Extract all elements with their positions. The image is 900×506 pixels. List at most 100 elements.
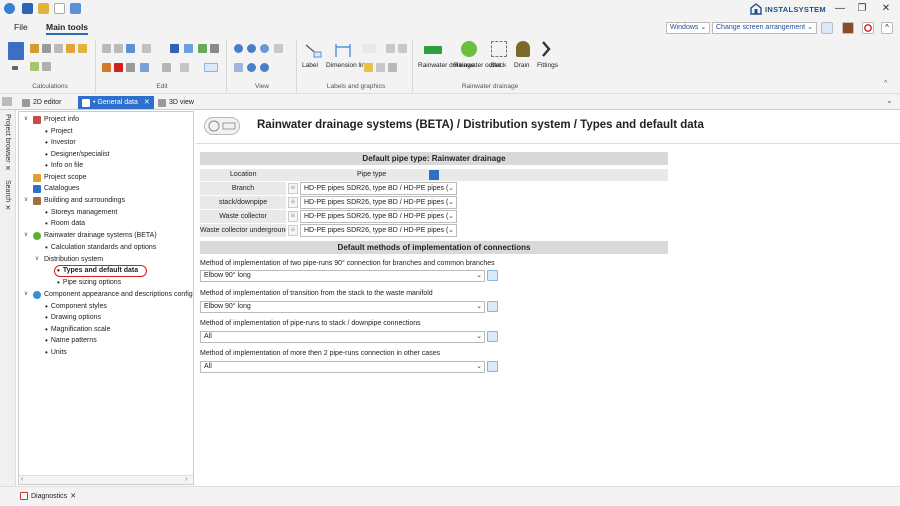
- rainwater-outlet-button-label[interactable]: Rainwater outlet: [454, 62, 501, 70]
- chevron-down-icon[interactable]: ∨: [22, 114, 30, 125]
- calc-tool-icon-3[interactable]: [54, 44, 63, 53]
- chevron-down-icon[interactable]: ∨: [22, 289, 30, 300]
- zoom-previous-icon[interactable]: [260, 63, 269, 72]
- tree-item-calc-standards[interactable]: • Calculation standards and options: [45, 242, 156, 253]
- graphics-icon-5[interactable]: [388, 63, 397, 72]
- graphics-icon-4[interactable]: [376, 63, 385, 72]
- calc-tool-icon-5[interactable]: [78, 44, 87, 53]
- minimize-button[interactable]: —: [832, 2, 848, 16]
- tree-horizontal-scrollbar[interactable]: ‹ ›: [19, 475, 193, 484]
- label-button-label[interactable]: Label: [302, 62, 318, 70]
- graphics-icon-3[interactable]: [364, 63, 373, 72]
- zoom-out-icon[interactable]: [247, 44, 256, 53]
- tree-item-component-styles[interactable]: • Component styles: [45, 301, 107, 312]
- cut-icon[interactable]: [102, 63, 111, 72]
- copy-icon[interactable]: [102, 44, 111, 53]
- rainwater-drainage-button-label[interactable]: Rainwater drainage: [418, 62, 474, 70]
- rainwater-outlet-icon[interactable]: [461, 41, 477, 57]
- tree-item-project[interactable]: • Project: [45, 126, 73, 137]
- chevron-down-icon[interactable]: ⌄: [448, 225, 454, 236]
- tree-item-building[interactable]: ∨ Building and surroundings: [22, 195, 125, 206]
- method-preview-icon[interactable]: [487, 301, 498, 312]
- scroll-left-icon[interactable]: ‹: [21, 476, 23, 483]
- method-preview-icon[interactable]: [487, 331, 498, 342]
- menu-main-tools[interactable]: Main tools: [46, 22, 89, 35]
- chevron-down-icon[interactable]: [12, 66, 18, 70]
- diagnostics-tab[interactable]: Diagnostics ✕: [20, 492, 76, 500]
- new-file-icon[interactable]: [54, 3, 65, 14]
- tree-item-distribution[interactable]: ∨ Distribution system: [33, 254, 103, 265]
- tree-item-component-appearance[interactable]: ∨ Component appearance and descriptions c…: [22, 289, 193, 300]
- chevron-down-icon[interactable]: ∨: [33, 254, 41, 265]
- method-preview-icon[interactable]: [487, 270, 498, 281]
- calc-tool-icon-4[interactable]: [66, 44, 75, 53]
- tree-item-designer[interactable]: • Designer/specialist: [45, 149, 110, 160]
- tree-item-units[interactable]: • Units: [45, 347, 67, 358]
- delete-icon[interactable]: [114, 63, 123, 72]
- pipe-type-select[interactable]: HD-PE pipes SDR26, type BD / HD-PE pipes…: [300, 182, 457, 195]
- tree-item-info-on-file[interactable]: • Info on file: [45, 160, 83, 171]
- redo-icon[interactable]: [142, 44, 151, 53]
- dimension-line-button-label[interactable]: Dimension line: [326, 62, 369, 70]
- close-tab-icon[interactable]: ✕: [144, 96, 150, 109]
- pipe-picker-button[interactable]: ⊞: [288, 225, 298, 236]
- scroll-right-icon[interactable]: ›: [185, 476, 187, 483]
- tree-item-drawing-options[interactable]: • Drawing options: [45, 312, 101, 323]
- tree-item-pipe-sizing[interactable]: • Pipe sizing options: [57, 277, 121, 288]
- calc-tool-icon-1[interactable]: [30, 44, 39, 53]
- project-browser-tab[interactable]: Project browser ✕: [3, 114, 11, 173]
- tree-item-room-data[interactable]: • Room data: [45, 218, 85, 229]
- method-select[interactable]: All ⌄: [200, 331, 485, 343]
- windows-dropdown[interactable]: Windows ⌄: [666, 22, 711, 34]
- chevron-down-icon[interactable]: ⌄: [448, 183, 454, 194]
- panel-toggle-icon[interactable]: [2, 97, 12, 106]
- pipe-type-select[interactable]: HD-PE pipes SDR26, type BD / HD-PE pipes…: [300, 196, 457, 209]
- pipe-type-select[interactable]: HD-PE pipes SDR26, type BD / HD-PE pipes…: [300, 210, 457, 223]
- method-select[interactable]: Elbow 90° long ⌄: [200, 301, 485, 313]
- calc-tool-icon-6[interactable]: [30, 62, 39, 71]
- rotate-icon[interactable]: [162, 63, 171, 72]
- graphics-icon-2[interactable]: [398, 44, 407, 53]
- align-icon[interactable]: [184, 44, 193, 53]
- tab-2d-editor[interactable]: 2D editor: [18, 96, 65, 109]
- restore-button[interactable]: ❐: [854, 2, 870, 16]
- mirror-icon[interactable]: [140, 63, 149, 72]
- chevron-down-icon[interactable]: ⌄: [476, 362, 482, 372]
- pan-icon[interactable]: [234, 63, 243, 72]
- tree-item-investor[interactable]: • Investor: [45, 137, 76, 148]
- method-select[interactable]: All ⌄: [200, 361, 485, 373]
- scale-icon[interactable]: [180, 63, 189, 72]
- tree-item-name-patterns[interactable]: • Name patterns: [45, 335, 97, 346]
- close-button[interactable]: ✕: [878, 2, 894, 16]
- drain-button-label[interactable]: Drain: [514, 62, 530, 70]
- collapse-ribbon-icon[interactable]: ^: [884, 80, 887, 87]
- open-folder-icon[interactable]: [38, 3, 49, 14]
- tab-3d-view[interactable]: 3D view: [154, 96, 198, 109]
- chevron-down-icon[interactable]: ∨: [22, 230, 30, 241]
- pipe-type-select[interactable]: HD-PE pipes SDR26, type BD / HD-PE pipes…: [300, 224, 457, 237]
- fittings-button-label[interactable]: Fittings: [537, 62, 558, 70]
- close-icon[interactable]: ✕: [70, 492, 76, 500]
- graphics-icon-1[interactable]: [386, 44, 395, 53]
- method-select[interactable]: Elbow 90° long ⌄: [200, 270, 485, 282]
- method-preview-icon[interactable]: [487, 361, 498, 372]
- undo-icon[interactable]: [126, 44, 135, 53]
- fittings-icon[interactable]: [540, 41, 554, 57]
- tree-item-catalogues[interactable]: Catalogues: [33, 183, 79, 194]
- undo-icon[interactable]: [70, 3, 81, 14]
- stack-icon[interactable]: [491, 41, 507, 57]
- tree-item-magnification[interactable]: • Magnification scale: [45, 324, 110, 335]
- toolbox-icon[interactable]: [842, 22, 854, 34]
- calc-tool-icon-2[interactable]: [42, 44, 51, 53]
- paste-icon[interactable]: [114, 44, 123, 53]
- chevron-down-icon[interactable]: ⌄: [476, 271, 482, 281]
- zoom-in-icon[interactable]: [234, 44, 243, 53]
- save-icon[interactable]: [22, 3, 33, 14]
- chevron-down-icon[interactable]: ⌄: [448, 197, 454, 208]
- calc-tool-icon-7[interactable]: [42, 62, 51, 71]
- column-settings-icon[interactable]: [429, 170, 439, 180]
- chevron-down-icon[interactable]: ⌄: [476, 302, 482, 312]
- tree-item-project-info[interactable]: ∨ Project info: [22, 114, 79, 125]
- duplicate-icon[interactable]: [126, 63, 135, 72]
- search-tab[interactable]: Search ✕: [3, 180, 11, 212]
